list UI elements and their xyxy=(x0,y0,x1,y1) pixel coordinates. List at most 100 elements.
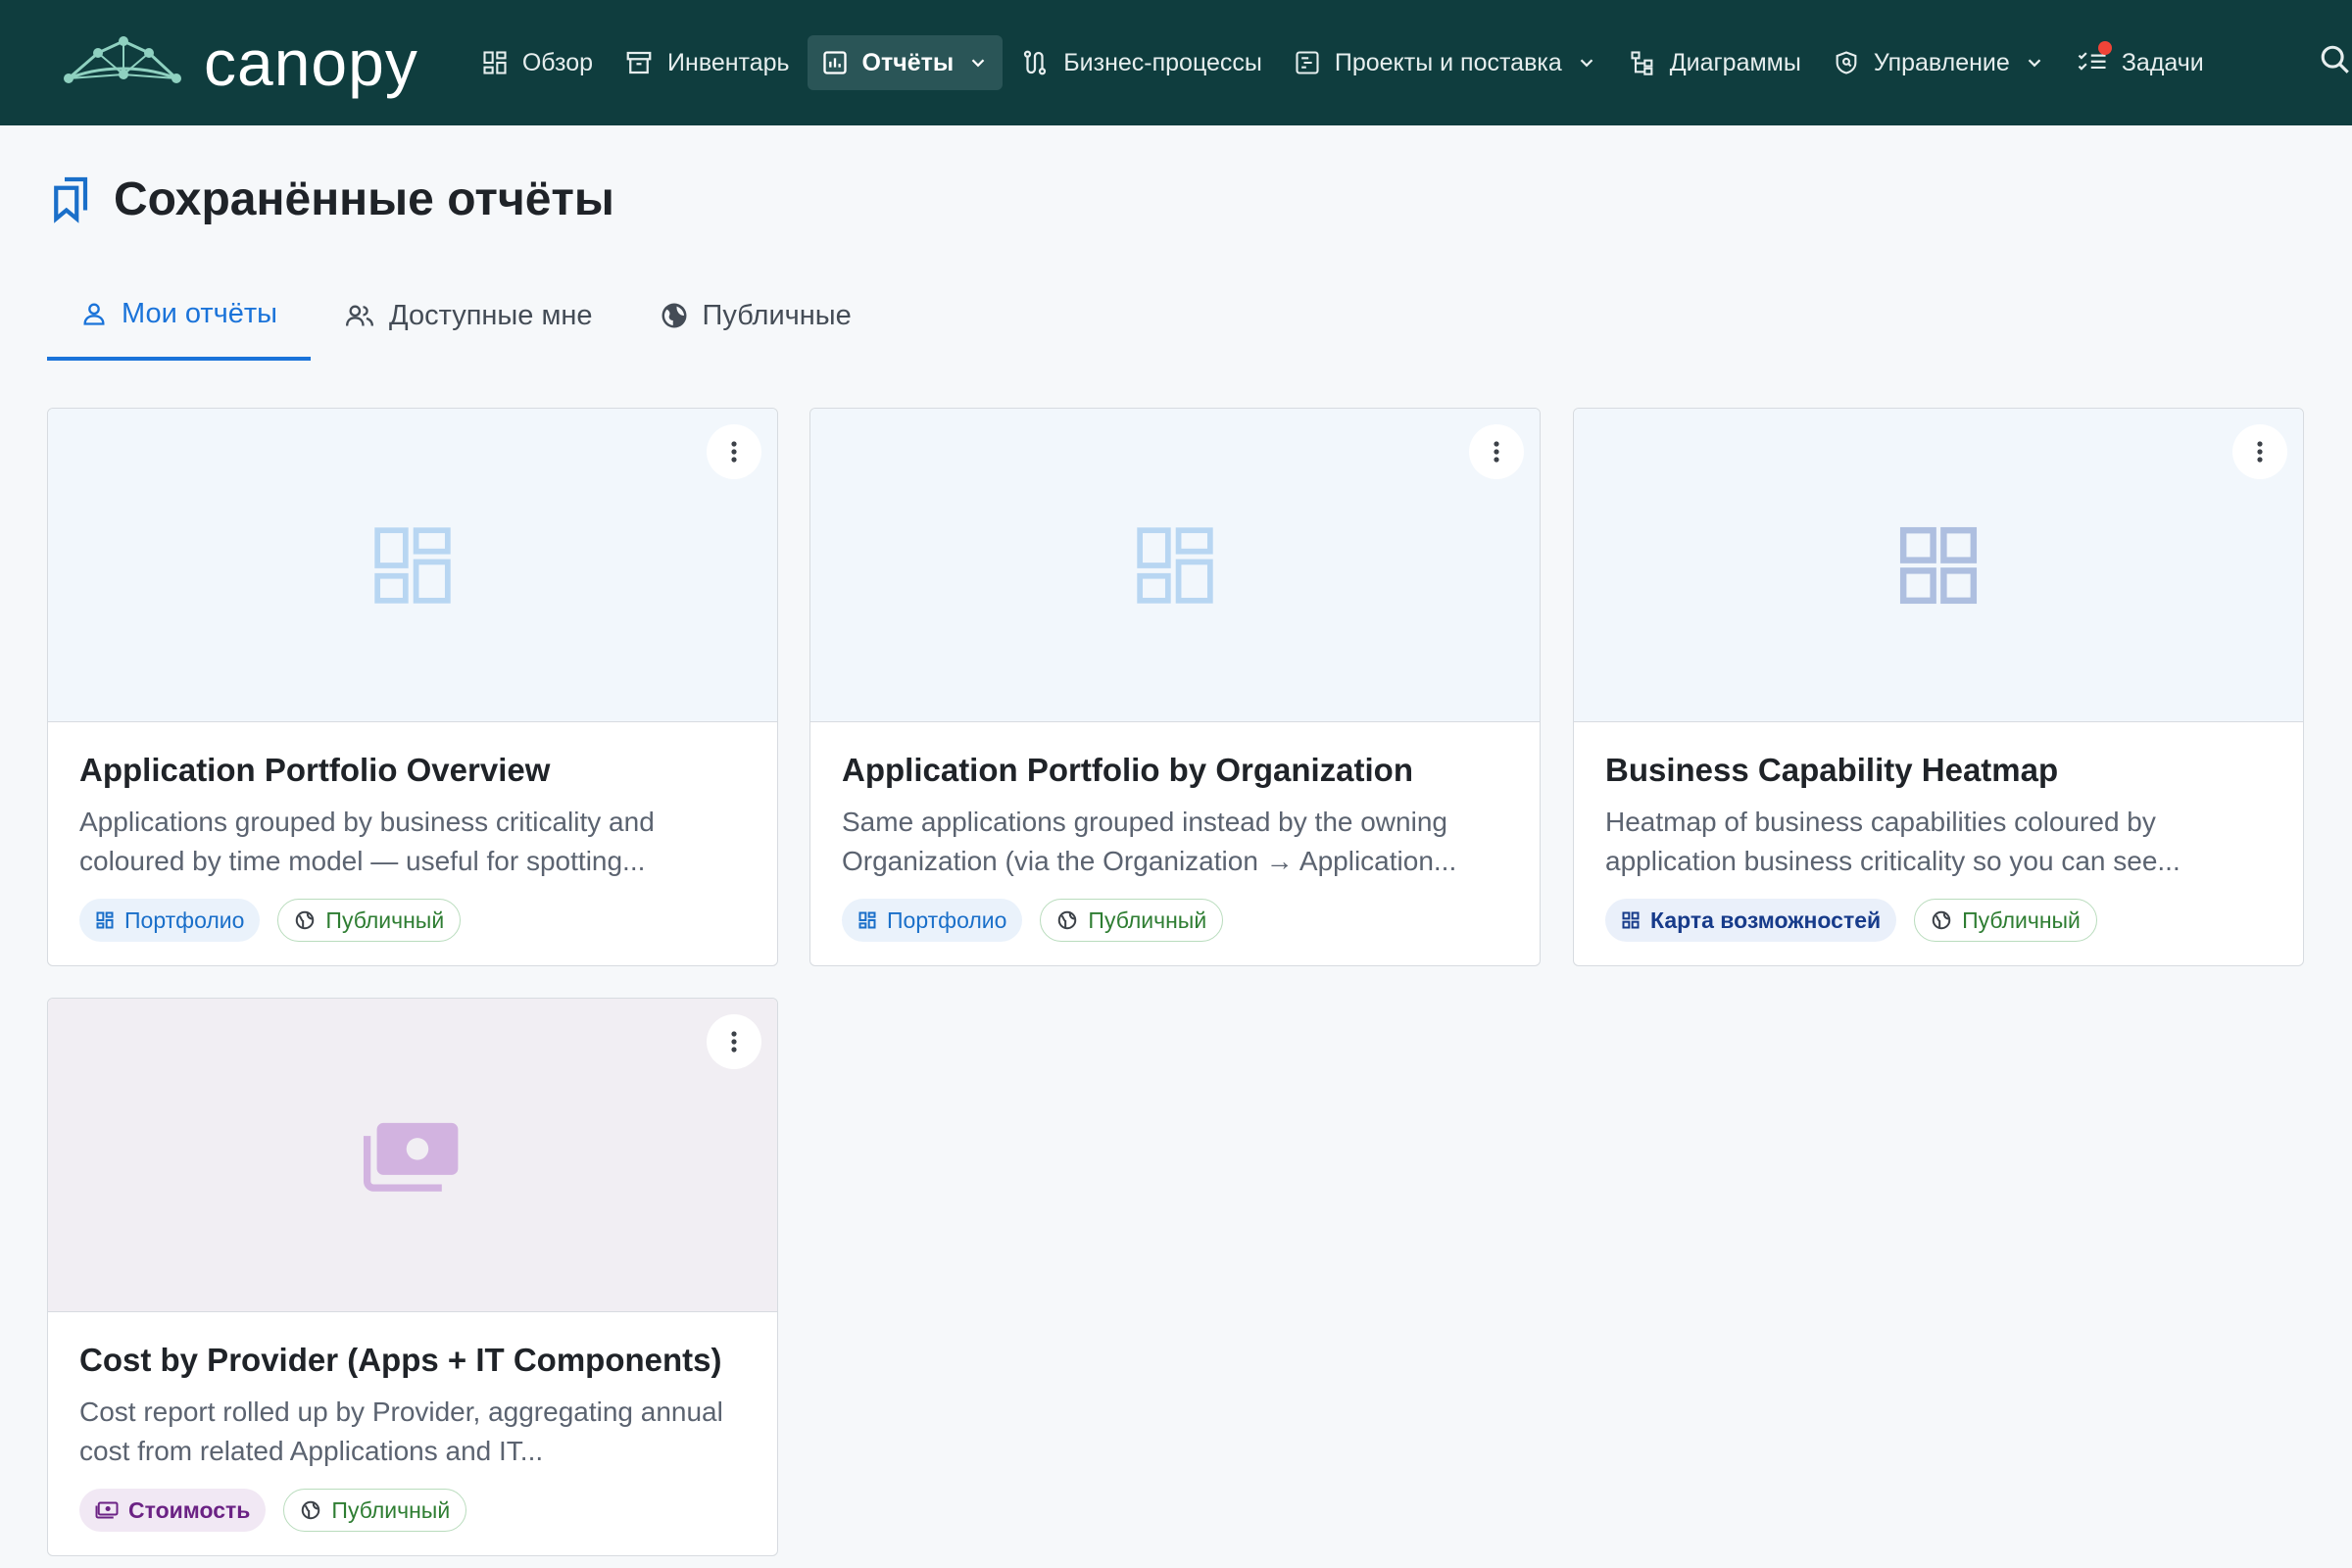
report-type-label: Портфолио xyxy=(887,906,1007,933)
notification-dot xyxy=(2097,41,2112,55)
globe-icon xyxy=(302,1500,320,1520)
bar-chart-icon xyxy=(822,51,847,74)
app-name: canopy xyxy=(204,26,418,99)
visibility-badge: Публичный xyxy=(1914,899,2097,942)
report-type-badge: Стоимость xyxy=(79,1489,267,1532)
report-type-label: Стоимость xyxy=(128,1496,251,1523)
canopy-logo-icon xyxy=(64,36,181,83)
report-type-badge: Портфолио xyxy=(842,899,1023,942)
visibility-label: Публичный xyxy=(331,1496,451,1523)
tab-shared-with-me[interactable]: Доступные мне xyxy=(311,270,626,361)
report-card[interactable]: Cost by Provider (Apps + IT Components) … xyxy=(47,998,778,1556)
card-thumbnail xyxy=(1574,409,2303,722)
report-type-label: Карта возможностей xyxy=(1650,906,1882,933)
visibility-label: Публичный xyxy=(325,906,445,933)
visibility-badge: Публичный xyxy=(283,1489,467,1532)
card-menu-button[interactable] xyxy=(707,424,761,479)
nav-item-label: Управление xyxy=(1873,48,2010,76)
nav-item-reports[interactable]: Отчёты xyxy=(807,35,1004,90)
search-icon xyxy=(2321,45,2349,74)
dashboard-icon xyxy=(483,51,507,74)
report-tabs: Мои отчёты Доступные мне Публичные xyxy=(47,270,885,361)
report-type-badge: Карта возможностей xyxy=(1605,899,1897,942)
report-card[interactable]: Business Capability Heatmap Heatmap of b… xyxy=(1573,408,2304,966)
tab-label: Доступные мне xyxy=(389,299,593,331)
chevron-down-icon xyxy=(2028,59,2041,68)
search-button[interactable] xyxy=(2319,43,2352,81)
card-title[interactable]: Cost by Provider (Apps + IT Components) xyxy=(79,1342,746,1379)
top-navigation-bar: canopy Обзор Инвентарь Отчёты Бизнес-про… xyxy=(0,0,2352,125)
archive-icon xyxy=(626,51,652,74)
tab-label: Публичные xyxy=(702,299,852,331)
globe-icon xyxy=(1058,910,1077,930)
nav-item-tasks[interactable]: Задачи xyxy=(2063,35,2218,90)
bookmarks-icon xyxy=(54,176,88,223)
grid-icon xyxy=(1622,911,1640,929)
card-title[interactable]: Application Portfolio Overview xyxy=(79,752,746,789)
card-thumbnail xyxy=(48,999,777,1312)
card-thumbnail xyxy=(48,409,777,722)
chevron-down-icon xyxy=(971,59,985,68)
nav-item-label: Проекты и поставка xyxy=(1334,48,1562,76)
nav-item-label: Диаграммы xyxy=(1669,48,1801,76)
tab-label: Мои отчёты xyxy=(122,297,278,329)
card-description: Same applications grouped instead by the… xyxy=(842,807,1457,876)
tab-my-reports[interactable]: Мои отчёты xyxy=(47,270,312,361)
nav-item-label: Обзор xyxy=(521,48,594,76)
nav-item-label: Отчёты xyxy=(861,48,955,76)
nav-item-governance[interactable]: Управление xyxy=(1819,35,2059,90)
hierarchy-icon xyxy=(1631,51,1653,75)
more-vertical-icon xyxy=(731,1031,737,1053)
card-description: Applications grouped by business critica… xyxy=(79,807,655,876)
money-icon xyxy=(363,1122,459,1192)
nav-item-label: Инвентарь xyxy=(667,48,790,76)
route-icon xyxy=(1024,50,1047,75)
nav-item-business-processes[interactable]: Бизнес-процессы xyxy=(1006,35,1276,90)
money-icon xyxy=(95,1501,119,1519)
roadmap-icon xyxy=(1296,51,1319,74)
more-vertical-icon xyxy=(731,441,737,463)
card-menu-button[interactable] xyxy=(1469,424,1524,479)
users-icon xyxy=(346,305,374,326)
visibility-badge: Публичный xyxy=(1040,899,1224,942)
globe-icon xyxy=(296,910,315,930)
card-title[interactable]: Application Portfolio by Organization xyxy=(842,752,1508,789)
visibility-label: Публичный xyxy=(1962,906,2081,933)
card-title[interactable]: Business Capability Heatmap xyxy=(1605,752,2272,789)
nav-item-diagrams[interactable]: Диаграммы xyxy=(1615,35,1815,90)
visibility-badge: Публичный xyxy=(277,899,462,942)
nav-item-overview[interactable]: Обзор xyxy=(467,35,607,90)
page-header: Сохранённые отчёты xyxy=(51,172,614,226)
card-menu-button[interactable] xyxy=(2232,424,2287,479)
capability-map-icon xyxy=(1899,526,1978,604)
tasks-icon-wrapper xyxy=(2077,41,2112,76)
report-card[interactable]: Application Portfolio by Organization Sa… xyxy=(809,408,1541,966)
shield-icon xyxy=(1836,51,1857,74)
card-thumbnail xyxy=(810,409,1540,722)
nav-item-label: Задачи xyxy=(2121,48,2204,76)
chevron-down-icon xyxy=(1580,59,1593,68)
portfolio-grid-icon xyxy=(1137,526,1213,604)
globe-icon xyxy=(1932,910,1951,930)
report-type-badge: Портфолио xyxy=(79,899,261,942)
visibility-label: Публичный xyxy=(1088,906,1207,933)
dashboard-icon xyxy=(858,911,876,929)
globe-icon xyxy=(662,303,687,328)
nav-item-inventory[interactable]: Инвентарь xyxy=(611,35,804,90)
more-vertical-icon xyxy=(2257,441,2263,463)
card-description: Heatmap of business capabilities coloure… xyxy=(1605,807,2180,876)
dashboard-icon xyxy=(96,911,114,929)
report-type-label: Портфолио xyxy=(124,906,245,933)
more-vertical-icon xyxy=(1494,441,1499,463)
report-card[interactable]: Application Portfolio Overview Applicati… xyxy=(47,408,778,966)
page-title: Сохранённые отчёты xyxy=(114,173,614,225)
card-description: Cost report rolled up by Provider, aggre… xyxy=(79,1396,723,1466)
user-icon xyxy=(83,303,105,325)
portfolio-grid-icon xyxy=(374,526,451,604)
nav-item-label: Бизнес-процессы xyxy=(1063,48,1262,76)
nav-item-projects[interactable]: Проекты и поставка xyxy=(1280,35,1611,90)
tab-public[interactable]: Публичные xyxy=(626,270,885,361)
card-menu-button[interactable] xyxy=(707,1014,761,1069)
app-logo[interactable]: canopy xyxy=(59,25,418,100)
main-nav: Обзор Инвентарь Отчёты Бизнес-процессы П… xyxy=(467,35,2218,90)
